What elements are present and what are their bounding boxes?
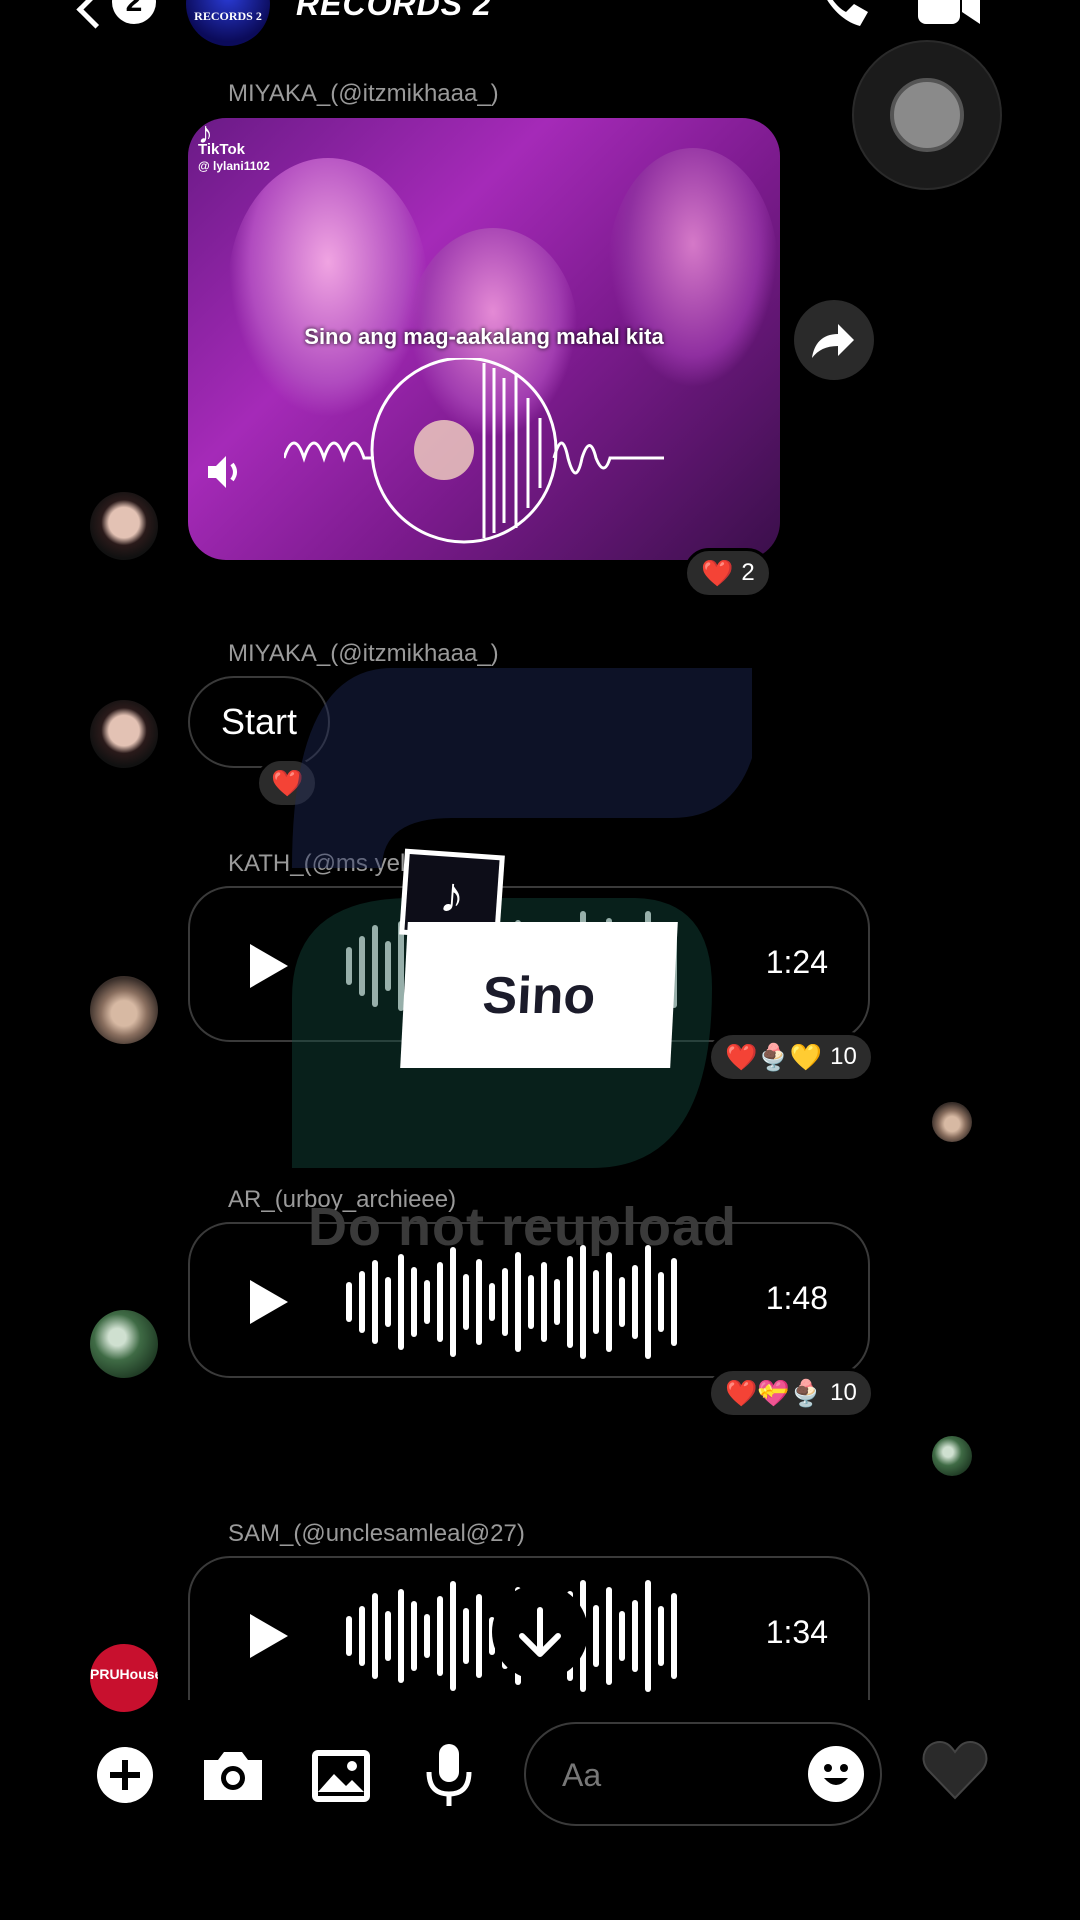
avatar[interactable] <box>90 492 158 560</box>
play-icon[interactable] <box>250 1614 288 1658</box>
heart-icon[interactable] <box>922 1740 988 1802</box>
vinyl-waveform-graphic <box>284 358 664 544</box>
sender-name: SAM_(@unclesamleal@27) <box>228 1520 525 1547</box>
read-receipt-avatar <box>932 1102 972 1142</box>
avatar[interactable] <box>90 1310 158 1378</box>
share-arrow-icon <box>812 324 854 358</box>
read-receipt-avatar <box>932 1436 972 1476</box>
forward-button[interactable] <box>794 300 874 380</box>
reaction-emojis: ❤️ <box>701 557 734 588</box>
gallery-icon[interactable] <box>306 1740 376 1810</box>
group-avatar[interactable]: RECORDS 2 <box>186 0 270 46</box>
watermark-logo <box>292 668 752 1168</box>
tiktok-icon: ♪ <box>198 118 213 150</box>
avatar[interactable]: PRUHouse <box>90 1644 158 1712</box>
floating-assistive-button[interactable] <box>852 40 1002 190</box>
video-frame-figure <box>608 148 778 388</box>
group-avatar-text: RECORDS 2 <box>194 9 262 23</box>
tiktok-watermark: ♪ TikTok @ lylani1102 <box>198 118 270 174</box>
reaction-emojis: ❤️💝🍨 <box>725 1377 823 1408</box>
voice-duration: 1:24 <box>765 944 828 980</box>
reaction-count: 10 <box>830 1043 857 1070</box>
watermark-text: Do not reupload <box>308 1197 737 1257</box>
tiktok-handle: @ lylani1102 <box>198 159 270 173</box>
message-input[interactable] <box>560 1752 784 1798</box>
conversation-title[interactable]: RECORDS 2 <box>296 0 492 23</box>
emoji-icon[interactable] <box>808 1746 864 1802</box>
sender-name: MIYAKA_(@itzmikhaaa_) <box>228 80 499 107</box>
play-icon[interactable] <box>250 1280 288 1324</box>
tiktok-label: TikTok <box>198 141 245 158</box>
video-lyric-caption: Sino ang mag-aakalang mahal kita <box>304 324 664 349</box>
lyric-sticker: Sino <box>400 922 678 1068</box>
phone-icon[interactable] <box>812 0 872 30</box>
reaction-pill[interactable]: ❤️💝🍨 10 <box>708 1368 874 1418</box>
message-input-container[interactable] <box>524 1722 882 1826</box>
voice-duration: 1:48 <box>765 1280 828 1316</box>
shared-video[interactable]: ♪ TikTok @ lylani1102 Sino ang mag-aakal… <box>188 118 780 560</box>
microphone-icon[interactable] <box>414 1740 484 1810</box>
video-call-icon[interactable] <box>918 0 982 26</box>
voice-duration: 1:34 <box>765 1614 828 1650</box>
scroll-to-bottom-button[interactable] <box>492 1584 588 1680</box>
avatar-text: PRUHouse <box>90 1666 158 1682</box>
play-icon[interactable] <box>250 944 288 988</box>
arrow-down-icon <box>519 1607 561 1657</box>
lyric-sticker-text: Sino <box>481 967 597 1025</box>
plus-icon[interactable] <box>90 1740 160 1810</box>
speaker-icon[interactable] <box>200 448 248 496</box>
reaction-count: 2 <box>741 559 755 586</box>
back-button[interactable]: 2 <box>76 0 168 36</box>
reaction-pill[interactable]: ❤️ 2 <box>684 548 772 598</box>
avatar[interactable] <box>90 700 158 768</box>
sender-name: MIYAKA_(@itzmikhaaa_) <box>228 640 499 667</box>
floating-button-knob <box>890 78 964 152</box>
avatar[interactable] <box>90 976 158 1044</box>
chevron-left-icon <box>76 0 115 29</box>
reaction-count: 10 <box>830 1379 857 1406</box>
audio-waveform <box>346 1244 726 1360</box>
unread-badge: 2 <box>112 0 156 24</box>
camera-icon[interactable] <box>198 1740 268 1810</box>
